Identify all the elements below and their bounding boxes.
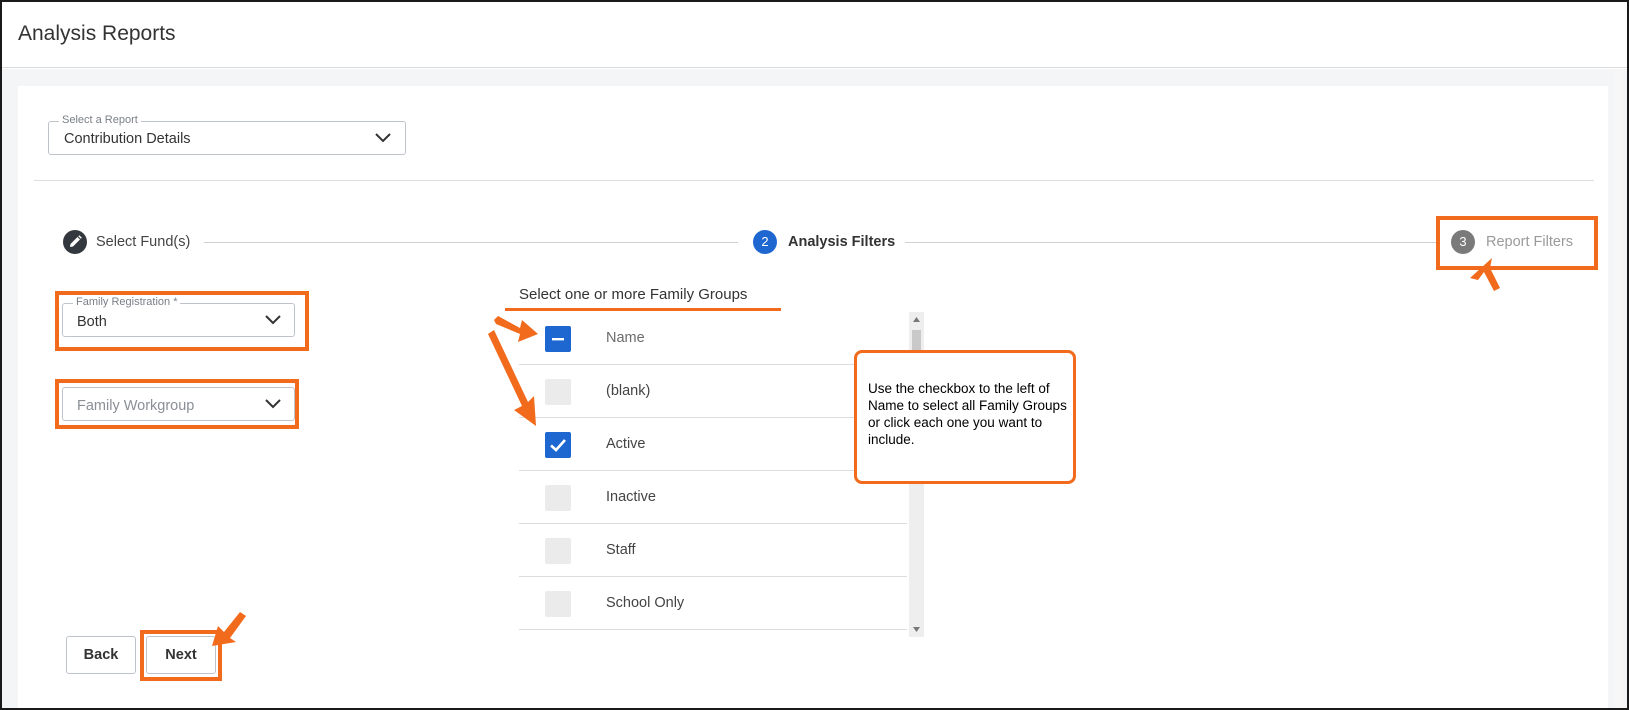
list-header-row: Name	[519, 312, 907, 365]
annotation-highlight-report-filters	[1436, 216, 1598, 270]
row-checkbox[interactable]	[545, 485, 571, 511]
step-completed-indicator[interactable]	[63, 230, 87, 254]
row-checkbox[interactable]	[545, 591, 571, 617]
page-header: Analysis Reports	[2, 2, 1627, 68]
scroll-down-arrow-icon[interactable]	[909, 623, 924, 635]
scroll-up-arrow-icon[interactable]	[909, 314, 924, 326]
chevron-down-icon	[375, 133, 391, 143]
annotation-highlight-family-registration	[55, 291, 309, 351]
family-groups-title: Select one or more Family Groups	[519, 286, 748, 303]
list-item-label: Active	[606, 436, 646, 452]
list-item[interactable]: (blank)	[519, 365, 907, 418]
row-checkbox[interactable]	[545, 432, 571, 458]
list-item[interactable]: Staff	[519, 524, 907, 577]
row-checkbox[interactable]	[545, 379, 571, 405]
annotation-arrow	[212, 612, 246, 646]
annotation-arrow	[488, 330, 536, 426]
back-button[interactable]: Back	[66, 636, 136, 674]
page-scrollbar[interactable]	[1612, 70, 1624, 708]
stepper-line	[204, 242, 738, 243]
report-select[interactable]: Select a Report Contribution Details	[48, 114, 406, 155]
step-label-select-funds[interactable]: Select Fund(s)	[96, 234, 190, 250]
checkmark-icon	[550, 439, 566, 452]
row-checkbox[interactable]	[545, 538, 571, 564]
section-divider	[34, 180, 1594, 181]
list-item-label: School Only	[606, 595, 685, 611]
help-callout: Use the checkbox to the left of Name to …	[854, 350, 1076, 484]
report-select-value: Contribution Details	[64, 131, 191, 147]
step-active-indicator: 2	[753, 230, 777, 254]
list-item[interactable]: Inactive	[519, 471, 907, 524]
list-item-label: (blank)	[606, 383, 651, 399]
annotation-underline	[505, 308, 781, 311]
page-title: Analysis Reports	[18, 22, 176, 45]
name-column-header[interactable]: Name	[606, 330, 645, 346]
list-item[interactable]: Active	[519, 418, 907, 471]
family-groups-list: Name (blank) Active Inactive Staff Schoo…	[519, 312, 907, 630]
annotation-highlight-family-workgroup	[55, 379, 299, 429]
stepper-line	[905, 242, 1436, 243]
minus-icon	[552, 338, 564, 341]
annotation-arrow	[1470, 258, 1500, 291]
list-item[interactable]: School Only	[519, 577, 907, 630]
annotation-highlight-next	[140, 630, 222, 681]
list-item-label: Inactive	[606, 489, 656, 505]
help-callout-text: Use the checkbox to the left of Name to …	[868, 381, 1067, 447]
select-all-checkbox[interactable]	[545, 326, 571, 352]
list-item-label: Staff	[606, 542, 636, 558]
pencil-icon	[70, 235, 82, 247]
step-label-analysis-filters: Analysis Filters	[788, 234, 896, 250]
report-select-label: Select a Report	[59, 114, 141, 126]
